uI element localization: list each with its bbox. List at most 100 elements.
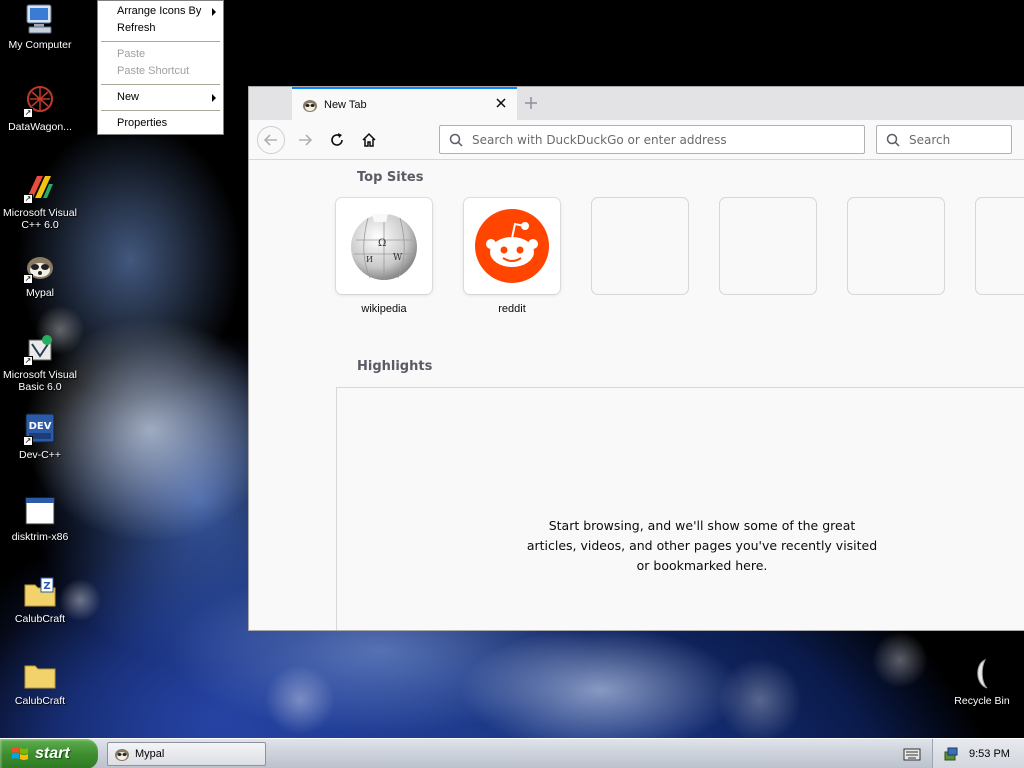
reddit-alien-icon [475, 209, 549, 283]
network-status-icon[interactable] [943, 746, 959, 762]
desktop-icon-calubcraft-zip[interactable]: Z CalubCraft [0, 576, 80, 625]
wikipedia-globe-icon: Ω W И [351, 214, 417, 280]
top-site-tile-wikipedia[interactable]: Ω W И [336, 198, 432, 294]
desktop-icon-visual-cpp[interactable]: ↗ Microsoft Visual C++ 6.0 [0, 170, 80, 231]
new-tab-page: Top Sites Ω W И wikipedia reddit Highlig… [249, 161, 1024, 630]
menu-item-refresh[interactable]: Refresh [100, 20, 221, 37]
shortcut-arrow-icon: ↗ [23, 194, 33, 204]
reload-button[interactable] [323, 126, 351, 154]
top-site-tile-empty[interactable] [720, 198, 816, 294]
search-bar[interactable] [876, 125, 1012, 154]
desktop-icon-label: Microsoft Visual C++ 6.0 [3, 207, 77, 231]
tab-title: New Tab [324, 98, 367, 111]
desktop-icon-disktrim[interactable]: disktrim-x86 [0, 494, 80, 543]
application-window-icon [23, 494, 57, 528]
my-computer-icon [23, 2, 57, 36]
reload-icon [331, 133, 343, 146]
home-button[interactable] [355, 126, 383, 154]
mypal-icon: ↗ [23, 250, 57, 284]
forward-button[interactable] [291, 126, 319, 154]
top-site-tile-empty[interactable] [976, 198, 1024, 294]
taskbar: start Mypal 9:53 PM [0, 738, 1024, 768]
top-sites-heading: Top Sites [357, 170, 424, 185]
desktop-icon-label: disktrim-x86 [11, 531, 69, 543]
dev-cpp-icon: DEV ↗ [23, 412, 57, 446]
clock[interactable]: 9:53 PM [969, 748, 1010, 760]
desktop-icon-dev-cpp[interactable]: DEV ↗ Dev-C++ [0, 412, 80, 461]
svg-text:DEV: DEV [29, 421, 52, 432]
menu-item-label: Arrange Icons By [117, 5, 202, 17]
svg-text:Z: Z [43, 581, 50, 592]
mypal-icon [303, 99, 317, 112]
browser-window: New Tab Search with DuckDuckGo or enter … [248, 86, 1024, 631]
menu-separator [101, 110, 220, 111]
desktop-icon-calubcraft-folder[interactable]: CalubCraft [0, 658, 80, 707]
start-label: start [35, 745, 70, 762]
top-site-tile-reddit[interactable] [464, 198, 560, 294]
forward-arrow-icon [299, 134, 313, 146]
shortcut-arrow-icon: ↗ [23, 356, 33, 366]
shortcut-arrow-icon: ↗ [23, 274, 33, 284]
folder-icon [23, 658, 57, 692]
menu-item-properties[interactable]: Properties [100, 115, 221, 132]
menu-item-label: Paste [117, 48, 146, 60]
menu-item-label: Refresh [117, 22, 156, 34]
taskbar-button-mypal[interactable]: Mypal [107, 742, 266, 766]
close-tab-icon[interactable] [495, 97, 507, 109]
desktop-icon-label: CalubCraft [14, 695, 66, 707]
top-site-tile-empty[interactable] [592, 198, 688, 294]
desktop-icon-label: Recycle Bin [954, 695, 1010, 707]
back-arrow-icon [263, 134, 277, 146]
desktop-icon-label: DataWagon... [8, 121, 72, 133]
menu-item-label: Properties [117, 117, 168, 129]
search-input[interactable] [909, 132, 999, 147]
menu-item-new[interactable]: New [100, 89, 221, 106]
desktop-context-menu: Arrange Icons By Refresh Paste Paste Sho… [97, 0, 224, 135]
home-icon [362, 132, 376, 147]
address-input[interactable] [472, 132, 832, 147]
menu-item-paste-shortcut: Paste Shortcut [100, 63, 221, 80]
navigation-toolbar [249, 120, 1024, 160]
menu-separator [101, 84, 220, 85]
desktop-icon-label: CalubCraft [14, 613, 66, 625]
search-icon [449, 133, 463, 147]
menu-item-arrange-icons-by[interactable]: Arrange Icons By [100, 3, 221, 20]
keyboard-icon[interactable] [903, 746, 921, 762]
recycle-bin-icon [965, 658, 999, 692]
shortcut-arrow-icon: ↗ [23, 436, 33, 446]
back-button[interactable] [257, 126, 285, 154]
desktop-icon-label: Dev-C++ [18, 449, 61, 461]
svg-text:Ω: Ω [378, 238, 386, 249]
visual-cpp-icon: ↗ [23, 170, 57, 204]
start-button[interactable]: start [0, 739, 98, 768]
menu-item-label: New [117, 91, 140, 103]
new-tab-plus-icon[interactable] [523, 95, 539, 111]
desktop-icon-label: My Computer [8, 39, 72, 51]
system-tray: 9:53 PM [932, 739, 1024, 768]
submenu-arrow-icon [212, 8, 216, 16]
visual-basic-icon: ↗ [23, 332, 57, 366]
top-site-label: wikipedia [361, 303, 407, 315]
search-icon [886, 133, 900, 147]
tab-strip: New Tab [249, 87, 1024, 120]
taskbar-button-label: Mypal [135, 748, 165, 760]
desktop-icon-visual-basic[interactable]: ↗ Microsoft Visual Basic 6.0 [0, 332, 80, 393]
windows-flag-icon [12, 747, 28, 760]
menu-separator [101, 41, 220, 42]
submenu-arrow-icon [212, 94, 216, 102]
svg-text:W: W [393, 253, 403, 263]
desktop-icon-recycle-bin[interactable]: Recycle Bin [942, 658, 1022, 707]
desktop-icon-datawagon[interactable]: ↗ DataWagon... [0, 84, 80, 133]
mypal-icon [115, 749, 129, 761]
desktop-icon-my-computer[interactable]: My Computer [0, 2, 80, 51]
menu-item-paste: Paste [100, 46, 221, 63]
highlights-empty-state: Start browsing, and we'll show some of t… [336, 387, 1024, 630]
menu-item-label: Paste Shortcut [117, 65, 190, 77]
top-site-tile-empty[interactable] [848, 198, 944, 294]
desktop-icon-mypal[interactable]: ↗ Mypal [0, 250, 80, 299]
top-site-label: reddit [498, 303, 526, 315]
tab-new-tab[interactable]: New Tab [292, 87, 517, 120]
highlights-heading: Highlights [357, 359, 433, 374]
highlights-message: Start browsing, and we'll show some of t… [526, 518, 878, 573]
address-bar[interactable] [439, 125, 865, 154]
